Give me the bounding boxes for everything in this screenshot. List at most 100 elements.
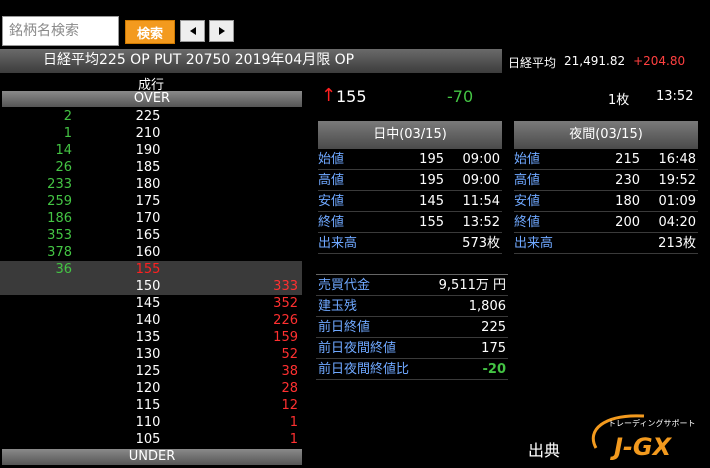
board-row: 150 333 — [0, 278, 302, 295]
session-row-value: 145 — [419, 194, 444, 209]
board-price: 190 — [135, 143, 161, 158]
bid-qty: 186 — [47, 211, 72, 226]
board-row: 186 170 — [0, 210, 302, 227]
board-row: 125 38 — [0, 363, 302, 380]
board-price: 150 — [135, 279, 161, 294]
session-row-value: 230 — [615, 173, 640, 188]
board-price: 155 — [135, 262, 161, 277]
session-row: 終値 155 13:52 — [318, 212, 502, 233]
price-change: -70 — [447, 87, 474, 106]
stat-value: -20 — [482, 362, 507, 377]
board-row: 120 28 — [0, 380, 302, 397]
day-session-title: 日中(03/15) — [318, 121, 502, 149]
ask-qty: 52 — [281, 347, 298, 362]
board-price: 175 — [135, 194, 161, 209]
stat-row: 前日終値 225 — [316, 317, 508, 338]
under-bar: UNDER — [2, 449, 302, 465]
session-row: 始値 195 09:00 — [318, 149, 502, 170]
session-row-time: 01:09 — [658, 194, 696, 209]
night-session-table: 夜間(03/15) 始値 215 16:48 高値 230 19:52 安値 180 01:09… — [514, 121, 698, 254]
session-row-time: 09:00 — [462, 173, 500, 188]
board-row: 140 226 — [0, 312, 302, 329]
board-row: 378 160 — [0, 244, 302, 261]
prev-button[interactable] — [180, 20, 205, 42]
board-price: 140 — [135, 313, 161, 328]
board-price: 210 — [135, 126, 161, 141]
day-session-table: 日中(03/15) 始値 195 09:00 高値 195 09:00 安値 145 11:54… — [318, 121, 502, 254]
stat-row: 前日夜間終値 175 — [316, 338, 508, 359]
board-row: 110 1 — [0, 414, 302, 431]
session-row-value: 195 — [419, 173, 444, 188]
bid-qty: 26 — [55, 160, 72, 175]
ask-qty: 352 — [273, 296, 298, 311]
session-row-label: 終値 — [514, 215, 541, 230]
session-row-label: 始値 — [318, 152, 345, 167]
stat-value: 9,511万 円 — [438, 278, 506, 293]
board-price: 125 — [135, 364, 161, 379]
board-row: 130 52 — [0, 346, 302, 363]
ask-qty: 159 — [273, 330, 298, 345]
logo-tagline: トレーディングサポート — [608, 418, 695, 428]
bid-qty: 36 — [55, 262, 72, 277]
board-row: 353 165 — [0, 227, 302, 244]
over-bar: OVER — [2, 91, 302, 107]
ask-qty: 226 — [273, 313, 298, 328]
session-row: 高値 230 19:52 — [514, 170, 698, 191]
board-row: 1 210 — [0, 125, 302, 142]
board-row: 26 185 — [0, 159, 302, 176]
stat-row: 建玉残 1,806 — [316, 296, 508, 317]
board-row: 135 159 — [0, 329, 302, 346]
session-row-value: 215 — [615, 152, 640, 167]
stat-value: 1,806 — [468, 299, 506, 314]
session-row-time: 04:20 — [658, 215, 696, 230]
stat-label: 売買代金 — [318, 278, 371, 293]
up-arrow-icon: ↑ — [321, 85, 337, 106]
board-row: 14 190 — [0, 142, 302, 159]
session-row-time: 11:54 — [462, 194, 500, 209]
last-price: 155 — [336, 87, 367, 106]
stat-row: 売買代金 9,511万 円 — [316, 275, 508, 296]
board-row: 2 225 — [0, 108, 302, 125]
stat-label: 建玉残 — [318, 299, 358, 314]
session-row-time: 16:48 — [658, 152, 696, 167]
session-row-value: 200 — [615, 215, 640, 230]
triangle-right-icon — [218, 27, 225, 35]
bid-qty: 2 — [63, 109, 72, 124]
stat-row: 前日夜間終値比 -20 — [316, 359, 508, 380]
search-input[interactable] — [2, 16, 119, 46]
board-row: 105 1 — [0, 431, 302, 448]
night-volume-label: 出来高 — [514, 236, 554, 251]
board-row: 145 352 — [0, 295, 302, 312]
stat-label: 前日夜間終値 — [318, 341, 397, 356]
session-row: 安値 145 11:54 — [318, 191, 502, 212]
board-price: 110 — [135, 415, 161, 430]
ask-qty: 333 — [273, 279, 298, 294]
board-price: 185 — [135, 160, 161, 175]
day-volume-label: 出来高 — [318, 236, 358, 251]
index-change: +204.80 — [633, 54, 686, 68]
session-row-label: 安値 — [318, 194, 345, 209]
bid-qty: 353 — [47, 228, 72, 243]
ask-qty: 12 — [281, 398, 298, 413]
bid-qty: 1 — [63, 126, 72, 141]
board-price: 105 — [135, 432, 161, 447]
next-button[interactable] — [209, 20, 234, 42]
index-value: 21,491.82 — [564, 54, 626, 68]
stat-label: 前日終値 — [318, 320, 371, 335]
index-name: 日経平均 — [508, 56, 557, 70]
session-row-label: 高値 — [514, 173, 541, 188]
board-price: 180 — [135, 177, 161, 192]
board-row: 233 180 — [0, 176, 302, 193]
jgx-logo: トレーディングサポート J-GX — [591, 414, 695, 461]
board-row: 259 175 — [0, 193, 302, 210]
triangle-left-icon — [189, 27, 196, 35]
session-row-time: 09:00 — [462, 152, 500, 167]
board-price: 170 — [135, 211, 161, 226]
board-price: 160 — [135, 245, 161, 260]
source-label: 出典 — [528, 441, 561, 460]
night-session-title: 夜間(03/15) — [514, 121, 698, 149]
session-row: 高値 195 09:00 — [318, 170, 502, 191]
search-button[interactable]: 検索 — [125, 20, 175, 44]
session-row-label: 安値 — [514, 194, 541, 209]
session-row-value: 195 — [419, 152, 444, 167]
